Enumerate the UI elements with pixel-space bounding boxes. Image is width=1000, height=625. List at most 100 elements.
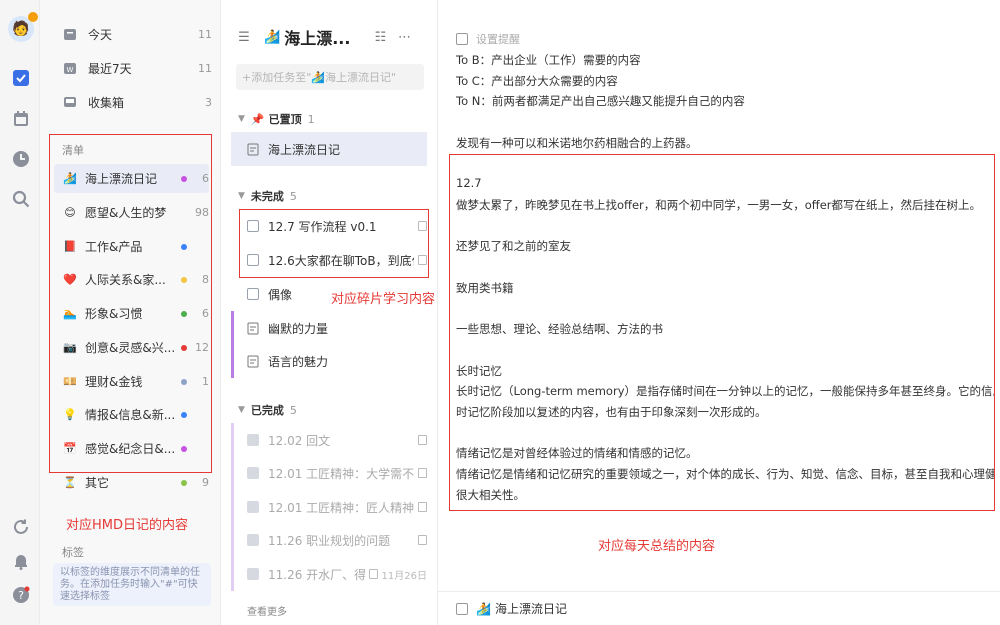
premium-badge-icon: [28, 12, 38, 22]
document-icon: [247, 355, 259, 368]
smart-list-label: 今天: [88, 27, 113, 42]
list-color-bar: [231, 344, 234, 378]
add-task-input[interactable]: +添加任务至"🏄海上漂流日记": [236, 64, 424, 90]
svg-text:?: ?: [18, 589, 24, 602]
annotation-hmd: 对应HMD日记的内容: [66, 518, 189, 533]
clock-icon[interactable]: [12, 150, 30, 168]
nav-rail: 🧑 ?: [0, 0, 40, 625]
menu-toggle-icon[interactable]: ☰: [236, 29, 252, 45]
smart-list-today[interactable]: 今天 11: [62, 24, 212, 44]
task-title: 12.01 工匠精神：大学需不: [268, 466, 414, 481]
task-row-done[interactable]: 11.26 职业规划的问题: [231, 523, 427, 557]
inbox-icon: [62, 94, 78, 110]
smart-list-count: 3: [205, 95, 212, 109]
annotation-box-daily: [449, 154, 995, 511]
see-more-link[interactable]: 查看更多: [247, 603, 287, 618]
task-checkbox-checked[interactable]: [247, 501, 259, 513]
group-title-label: 已置顶: [268, 113, 302, 126]
calendar-week-icon: W: [62, 60, 78, 76]
list-emoji-icon: ⏳: [63, 475, 77, 489]
bell-icon[interactable]: [12, 552, 30, 570]
list-picker-icon: [456, 602, 468, 615]
smart-list-label: 最近7天: [88, 61, 132, 76]
task-row-pinned[interactable]: 海上漂流日记: [231, 132, 427, 166]
list-color-bar: [231, 311, 234, 345]
task-title: 12.01 工匠精神：匠人精神: [268, 500, 414, 515]
smart-list-count: 11: [198, 61, 212, 75]
task-checkbox-checked[interactable]: [247, 434, 259, 446]
task-column-title: 海上漂...: [284, 29, 351, 48]
group-title-label: 已完成: [250, 404, 284, 417]
note-icon: [418, 468, 427, 478]
help-icon[interactable]: ?: [12, 586, 30, 604]
tags-section-title: 标签: [62, 546, 84, 559]
note-icon: [418, 435, 427, 445]
task-date: 11月26日: [381, 570, 427, 582]
task-row[interactable]: 幽默的力量: [231, 311, 427, 345]
tags-hint: 以标签的维度展示不同清单的任务。在添加任务时输入"#"可快速选择标签: [53, 563, 211, 606]
task-row-done[interactable]: 12.01 工匠精神：大学需不: [231, 456, 427, 490]
group-open[interactable]: ▼ 未完成 5: [238, 188, 297, 204]
detail-footer[interactable]: 🏄 海上漂流日记: [438, 591, 1000, 625]
list-emoji-icon: 🏄: [264, 29, 281, 45]
task-title: 幽默的力量: [268, 321, 329, 336]
group-count: 1: [307, 112, 315, 126]
list-label: 其它: [85, 476, 110, 490]
search-icon[interactable]: [12, 190, 30, 208]
task-checkbox[interactable]: [247, 288, 259, 300]
task-row-done[interactable]: 12.02 回文: [231, 423, 427, 457]
more-options-icon[interactable]: ⋯: [396, 29, 412, 45]
group-count: 5: [289, 189, 297, 203]
task-title: 语言的魅力: [268, 354, 329, 369]
avatar[interactable]: 🧑: [8, 12, 38, 42]
tasks-checkbox-icon[interactable]: [12, 69, 30, 87]
reminder-label: 设置提醒: [476, 33, 520, 46]
group-count: 5: [289, 403, 297, 417]
calendar-today-icon: [62, 26, 78, 42]
detail-text-line: To C：产出部分大众需要的内容: [456, 74, 618, 88]
smart-list-next7[interactable]: W 最近7天 11: [62, 58, 212, 78]
list-color-bar: [231, 423, 234, 457]
list-color-bar: [231, 490, 234, 524]
task-title: 11.26 职业规划的问题: [268, 533, 391, 548]
chevron-down-icon: ▼: [238, 405, 245, 415]
detail-text-line: To B：产出企业（工作）需要的内容: [456, 53, 641, 67]
list-color-dot: [181, 479, 187, 486]
sort-icon[interactable]: ☷: [372, 29, 388, 45]
group-pinned[interactable]: ▼ 📌 已置顶 1: [238, 111, 315, 127]
task-checkbox-checked[interactable]: [247, 467, 259, 479]
note-icon: [418, 535, 427, 545]
avatar-figure-icon: 🧑: [12, 21, 30, 37]
note-icon: [368, 569, 378, 579]
document-icon: [247, 143, 259, 156]
calendar-icon: [456, 33, 468, 45]
annotation-daily: 对应每天总结的内容: [598, 539, 716, 554]
footer-list-emoji-icon: 🏄: [476, 601, 491, 616]
task-title: 12.02 回文: [268, 433, 331, 448]
list-color-bar: [231, 557, 234, 591]
task-row[interactable]: 语言的魅力: [231, 344, 427, 378]
annotation-box-fragment: [239, 209, 429, 278]
reminder-setter[interactable]: 设置提醒: [456, 31, 520, 47]
task-column-header: ☰ 🏄 海上漂... ☷ ⋯: [236, 24, 426, 50]
task-row-done[interactable]: 11.26 开水厂、得 11月26日: [231, 557, 427, 591]
smart-list-label: 收集箱: [88, 95, 125, 110]
detail-text-line: To N：前两者都满足产出自己感兴趣又能提升自己的内容: [456, 94, 745, 108]
document-icon: [247, 322, 259, 335]
chevron-down-icon: ▼: [238, 114, 245, 124]
smart-list-inbox[interactable]: 收集箱 3: [62, 92, 212, 112]
task-checkbox-checked[interactable]: [247, 568, 259, 580]
note-icon: [418, 502, 427, 512]
task-row-done[interactable]: 12.01 工匠精神：匠人精神: [231, 490, 427, 524]
annotation-fragment: 对应碎片学习内容: [331, 292, 436, 307]
sync-icon[interactable]: [12, 518, 30, 536]
smart-list-count: 11: [198, 27, 212, 41]
task-title: 11.26 开水厂、得: [268, 567, 365, 582]
task-title: 海上漂流日记: [268, 142, 341, 157]
group-done[interactable]: ▼ 已完成 5: [238, 402, 297, 418]
detail-text-line: 发现有一种可以和米诺地尔药相融合的上药器。: [456, 136, 698, 150]
calendar-icon[interactable]: [12, 110, 30, 128]
list-color-bar: [231, 456, 234, 490]
svg-text:W: W: [67, 66, 74, 74]
task-checkbox-checked[interactable]: [247, 534, 259, 546]
